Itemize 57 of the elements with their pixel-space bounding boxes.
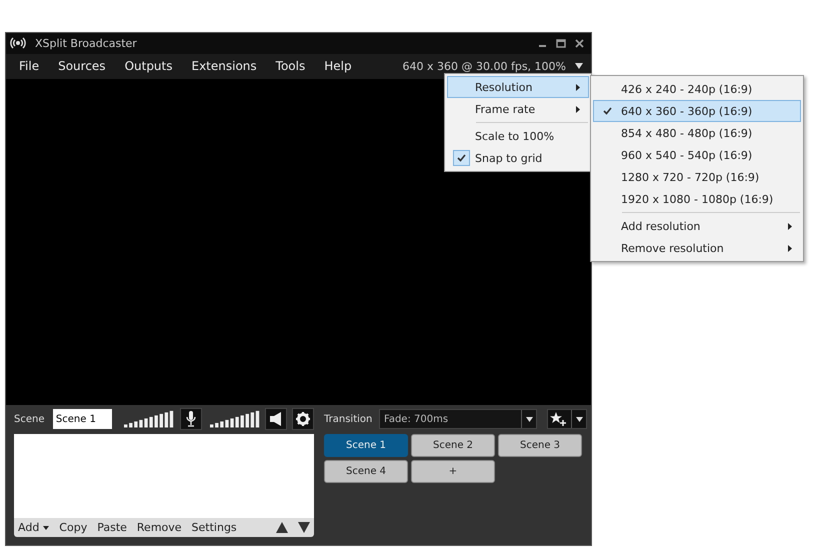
submenu-arrow-icon xyxy=(788,244,792,252)
menu-option[interactable]: 960 x 540 - 540p (16:9) xyxy=(593,144,801,166)
menu-item[interactable]: Extensions xyxy=(192,59,257,74)
toolbar-item[interactable]: Paste xyxy=(97,521,127,534)
scene-button[interactable]: Scene 4 xyxy=(324,460,408,483)
speaker-button[interactable] xyxy=(265,408,288,430)
menu-option[interactable]: Snap to grid xyxy=(447,147,589,169)
menu-option[interactable]: 1280 x 720 - 720p (16:9) xyxy=(593,166,801,188)
star-plus-icon xyxy=(550,412,566,426)
microphone-icon xyxy=(186,411,196,427)
submenu-arrow-icon xyxy=(576,106,580,112)
resolution-status[interactable]: 640 x 360 @ 30.00 fps, 100% xyxy=(402,60,566,73)
caret-icon[interactable] xyxy=(575,63,583,70)
submenu-arrow-icon xyxy=(576,84,580,90)
menu-option[interactable]: 1920 x 1080 - 1080p (16:9) xyxy=(593,188,801,210)
microphone-button[interactable] xyxy=(180,408,202,430)
transition-dropdown[interactable]: Fade: 700ms xyxy=(379,409,537,429)
transition-label: Transition xyxy=(324,414,374,424)
scene-button[interactable]: Scene 2 xyxy=(411,434,495,457)
menu-item[interactable]: File xyxy=(19,59,40,74)
maximize-icon[interactable] xyxy=(556,38,566,48)
window-title: XSplit Broadcaster xyxy=(35,36,137,50)
toolbar-item[interactable]: Copy xyxy=(59,521,88,534)
submenu-arrow-icon xyxy=(788,222,792,230)
menu-option[interactable]: Scale to 100% xyxy=(447,120,589,147)
menu-option[interactable]: Resolution xyxy=(447,76,589,98)
menu-item[interactable]: Sources xyxy=(58,59,106,74)
settings-button[interactable] xyxy=(292,408,314,430)
volume-meter-icon xyxy=(124,410,175,428)
scene-button[interactable]: Scene 3 xyxy=(498,434,582,457)
menu-option[interactable]: 640 x 360 - 360p (16:9) xyxy=(593,100,801,122)
scene-label: Scene xyxy=(14,414,46,424)
close-icon[interactable] xyxy=(575,38,584,48)
caret-icon xyxy=(576,416,582,422)
scene-name-field[interactable]: Scene 1 xyxy=(52,409,112,429)
scene-button[interactable]: Scene 1 xyxy=(324,434,408,457)
add-scene-button[interactable]: + xyxy=(411,460,495,483)
settings-icon xyxy=(296,412,310,426)
toolbar-item[interactable]: Settings xyxy=(192,521,237,534)
menu-item[interactable]: Tools xyxy=(276,59,306,74)
broadcast-icon xyxy=(10,37,26,50)
menu-option[interactable]: 426 x 240 - 240p (16:9) xyxy=(593,78,801,100)
menu-option[interactable]: Frame rate xyxy=(447,98,589,120)
speaker-icon xyxy=(270,412,282,426)
caret-icon xyxy=(43,526,50,530)
up-arrow-icon[interactable] xyxy=(276,522,288,533)
toolbar-item[interactable]: Remove xyxy=(136,521,182,534)
menu-item[interactable]: Help xyxy=(324,59,352,74)
caret-icon xyxy=(526,416,532,422)
menu-item[interactable]: Outputs xyxy=(124,59,172,74)
down-arrow-icon[interactable] xyxy=(298,522,310,533)
menu-option[interactable]: Add resolution xyxy=(593,210,801,237)
add-effect-button[interactable] xyxy=(547,409,587,429)
toolbar-item[interactable]: Add xyxy=(18,521,50,534)
volume-meter-icon xyxy=(210,410,260,428)
menu-option[interactable]: 854 x 480 - 480p (16:9) xyxy=(593,122,801,144)
menu-option[interactable]: Remove resolution xyxy=(593,237,801,259)
